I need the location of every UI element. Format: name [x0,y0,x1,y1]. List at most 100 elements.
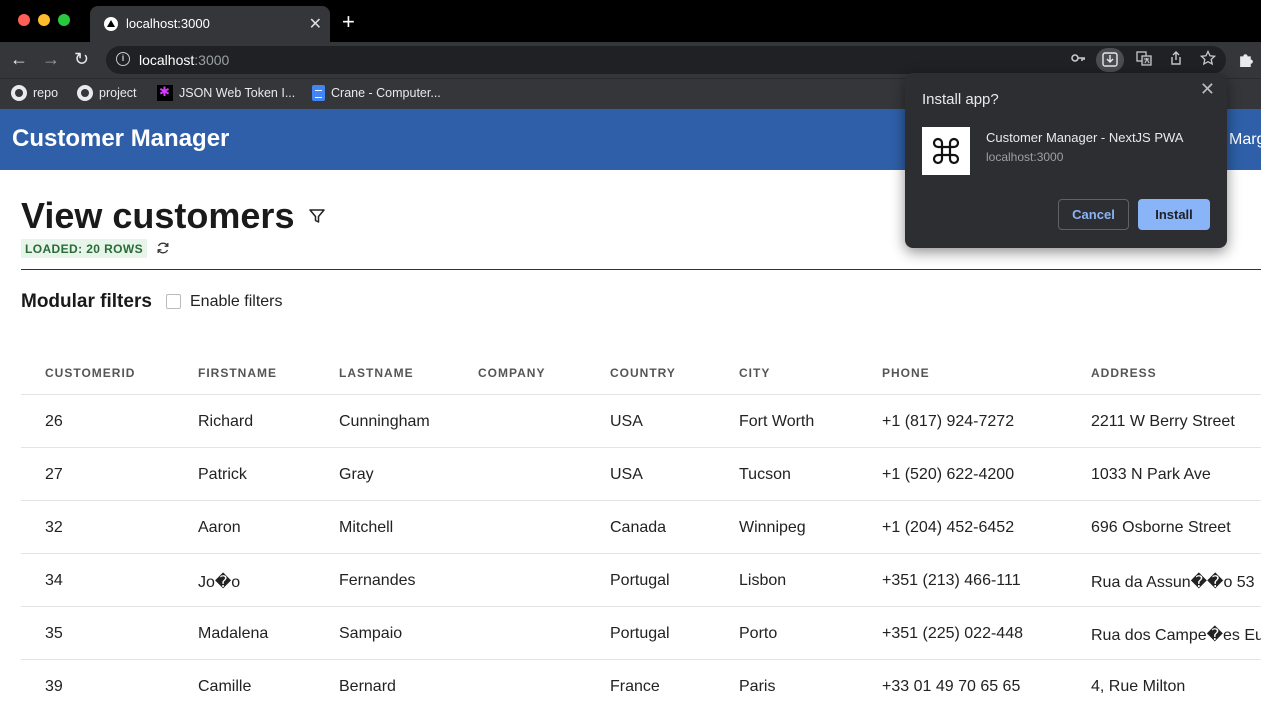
cell-phone: +351 (225) 022-448 [882,625,1023,642]
window-minimize-button[interactable] [38,14,50,26]
cell-customerid: 27 [45,466,63,483]
column-header-city[interactable]: CITY [739,366,770,380]
share-icon[interactable] [1168,50,1184,69]
filter-icon[interactable] [308,207,326,225]
dialog-close-icon[interactable]: ✕ [1200,79,1215,100]
cell-phone: +1 (520) 622-4200 [882,466,1015,483]
cell-city: Tucson [739,466,791,483]
github-icon [77,85,93,101]
translate-icon[interactable] [1136,50,1152,69]
dialog-app-origin: localhost:3000 [986,150,1064,164]
bookmark-label: project [99,86,137,100]
column-header-lastname[interactable]: LASTNAME [339,366,414,380]
cell-lastname: Mitchell [339,519,394,536]
app-title[interactable]: Customer Manager [12,125,229,153]
dialog-app-name: Customer Manager - NextJS PWA [986,130,1184,145]
cell-address: 2211 W Berry Street [1091,413,1235,430]
cell-customerid: 34 [45,572,63,589]
dialog-title: Install app? [922,91,999,108]
cell-lastname: Sampaio [339,625,403,642]
cell-country: France [610,678,660,695]
cell-firstname: Patrick [198,466,247,483]
browser-tab[interactable]: localhost:3000 ✕ [90,6,330,42]
cell-city: Porto [739,625,778,642]
bookmark-label: JSON Web Token I... [179,86,296,100]
cell-customerid: 39 [45,678,63,695]
table-row[interactable]: 35 Madalena Sampaio Portugal Porto +351 … [21,606,1261,659]
cell-customerid: 26 [45,413,63,430]
table-row[interactable]: 26 Richard Cunningham USA Fort Worth +1 … [21,394,1261,447]
bookmark-project[interactable]: project [77,85,137,101]
bookmark-jwt[interactable]: JSON Web Token I... [157,84,296,101]
column-header-customerid[interactable]: CUSTOMERID [45,366,135,380]
nextjs-favicon-icon [104,17,118,31]
cell-phone: +1 (817) 924-7272 [882,413,1015,430]
table-row[interactable]: 34 Jo�o Fernandes Portugal Lisbon +351 (… [21,553,1261,606]
tab-close-icon[interactable]: ✕ [309,14,322,34]
cancel-button[interactable]: Cancel [1058,199,1129,230]
column-header-company[interactable]: COMPANY [478,366,545,380]
cell-firstname: Jo�o [198,574,241,591]
install-app-dialog: Install app? ✕ Customer Manager - NextJS… [905,73,1227,248]
cell-country: Portugal [610,625,670,642]
address-bar[interactable]: i localhost:3000 [106,46,1226,74]
app-icon [922,127,970,175]
cell-firstname: Richard [198,413,254,430]
reload-button[interactable]: ↻ [74,49,89,70]
section-title: Modular filters [21,291,152,312]
status-badge: LOADED: 20 ROWS [21,239,148,258]
install-app-icon[interactable] [1096,48,1124,72]
bookmark-repo[interactable]: repo [11,85,58,101]
new-tab-button[interactable]: + [342,9,355,35]
cell-phone: +1 (204) 452-6452 [882,519,1015,536]
back-button[interactable]: ← [10,49,28,70]
column-header-firstname[interactable]: FIRSTNAME [198,366,277,380]
password-key-icon[interactable] [1070,50,1086,69]
cell-phone: +351 (213) 466-111 [882,572,1021,589]
forward-button[interactable]: → [42,49,60,70]
page-title: View customers [21,195,295,236]
table-row[interactable]: 27 Patrick Gray USA Tucson +1 (520) 622-… [21,447,1261,500]
cell-country: Portugal [610,572,670,589]
command-icon [932,137,960,165]
cell-country: USA [610,466,643,483]
bookmark-star-icon[interactable] [1199,49,1217,69]
cell-address: 1033 N Park Ave [1091,466,1211,483]
table-row[interactable]: 32 Aaron Mitchell Canada Winnipeg +1 (20… [21,500,1261,553]
cell-country: Canada [610,519,667,536]
bookmark-crane[interactable]: Crane - Computer... [312,85,441,101]
install-button[interactable]: Install [1138,199,1210,230]
enable-filters-checkbox[interactable] [166,294,181,309]
site-info-icon[interactable]: i [116,52,130,66]
bookmark-label: repo [33,86,59,100]
cell-address: 4, Rue Milton [1091,678,1186,695]
cell-firstname: Camille [198,678,252,695]
column-header-address[interactable]: ADDRESS [1091,366,1157,380]
cell-customerid: 35 [45,625,63,642]
bookmark-label: Crane - Computer... [331,86,441,100]
enable-filters-label[interactable]: Enable filters [190,293,283,311]
cell-city: Paris [739,678,776,695]
cell-firstname: Madalena [198,625,269,642]
cell-city: Lisbon [739,572,787,589]
cell-country: USA [610,413,643,430]
refresh-icon[interactable] [156,241,170,255]
address-url[interactable]: localhost:3000 [139,52,229,68]
column-header-country[interactable]: COUNTRY [610,366,676,380]
cell-lastname: Cunningham [339,413,430,430]
cell-lastname: Fernandes [339,572,416,589]
cell-city: Fort Worth [739,413,815,430]
cell-city: Winnipeg [739,519,806,536]
cell-firstname: Aaron [198,519,241,536]
user-name[interactable]: Marg [1229,131,1261,149]
jwt-icon [157,84,173,101]
tab-strip: localhost:3000 ✕ + [0,0,1261,42]
cell-customerid: 32 [45,519,63,536]
window-zoom-button[interactable] [58,14,70,26]
table-row[interactable]: 39 Camille Bernard France Paris +33 01 4… [21,659,1261,704]
window-close-button[interactable] [18,14,30,26]
cell-phone: +33 01 49 70 65 65 [882,678,1021,695]
column-header-phone[interactable]: PHONE [882,366,930,380]
tab-title: localhost:3000 [126,16,210,31]
extensions-puzzle-icon[interactable] [1238,51,1255,71]
